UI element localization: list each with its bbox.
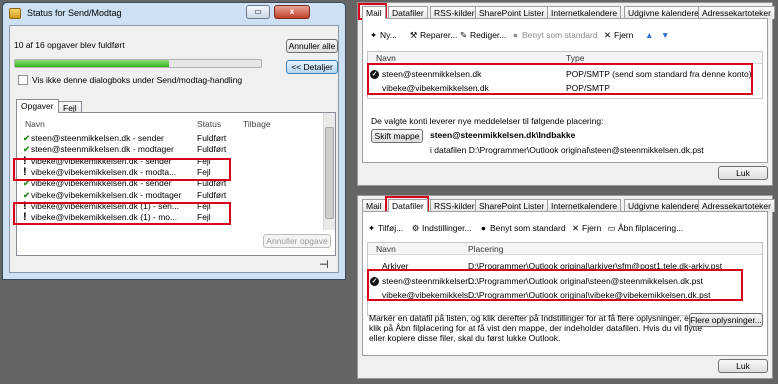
settings-icon: ⚙ — [411, 223, 420, 233]
tab-opgaver[interactable]: Opgaver — [16, 99, 59, 113]
outlook-folder-icon — [9, 8, 21, 19]
move-up-button[interactable]: ▲ — [645, 29, 653, 41]
send-receive-status-window: Status for Send/Modtag ▭ x 10 af 16 opga… — [2, 2, 346, 280]
info-line-3: eller kopiere disse filer, skal du først… — [369, 333, 561, 343]
more-info-button[interactable]: Flere oplysninger... — [689, 313, 763, 327]
mail-tab-panel: ✦ Ny... ⚒ Reparer... ✎ Rediger... ● Benyt so… — [362, 18, 768, 163]
title-bar[interactable]: Status for Send/Modtag ▭ x — [3, 3, 345, 25]
check-icon: ✔ — [23, 189, 31, 200]
progress-fill — [15, 60, 169, 67]
remove-x-icon: ✕ — [571, 223, 580, 233]
task-name: steen@steenmikkelsen.dk - sender — [31, 133, 164, 143]
change-folder-button[interactable]: Skift mappe — [371, 129, 423, 143]
dialog-body: 10 af 16 opgaver blev fuldført Annuller … — [9, 25, 339, 273]
column-navn[interactable]: Navn — [25, 119, 45, 129]
edit-icon: ✎ — [459, 30, 468, 40]
column-status[interactable]: Status — [197, 119, 221, 129]
progress-bar — [14, 59, 262, 68]
task-status: Fuldført — [197, 144, 227, 155]
datafiles-tab-panel: ✦ Tilføj... ⚙ Indstillinger... ● Benyt som … — [362, 211, 768, 356]
remove-button[interactable]: ✕ Fjern — [603, 29, 633, 41]
arrow-up-icon: ▲ — [645, 30, 654, 40]
account-settings-datafiles-pane: Mail Datafiler RSS-kilder SharePoint Lister… — [357, 195, 775, 379]
highlight-box-accounts — [367, 63, 753, 95]
cancel-all-button[interactable]: Annuller alle — [286, 39, 338, 53]
open-location-button[interactable]: ▭ Åbn filplacering... — [607, 222, 683, 234]
close-button-bottom[interactable]: Luk — [718, 359, 768, 373]
check-icon: ✔ — [23, 144, 31, 155]
repair-button[interactable]: ⚒ Reparer... — [409, 29, 458, 41]
highlight-box-errors-1 — [13, 158, 231, 181]
tab-mail[interactable]: Mail — [362, 6, 386, 19]
details-button[interactable]: << Detaljer — [286, 60, 338, 74]
arrow-down-icon: ▼ — [661, 30, 670, 40]
tasks-panel: Navn Status Tilbage ✔steen@steenmikkelse… — [16, 112, 336, 256]
delivery-text: De valgte konti leverer nye meddelelser … — [371, 116, 604, 126]
column-tilbage[interactable]: Tilbage — [243, 119, 271, 129]
folder-path: steen@steenmikkelsen.dk\Indbakke — [430, 130, 576, 140]
remove-x-icon: ✕ — [603, 30, 612, 40]
new-icon: ✦ — [369, 30, 378, 40]
add-datafile-button[interactable]: ✦ Tilføj... — [367, 222, 403, 234]
move-down-button[interactable]: ▼ — [661, 29, 669, 41]
scroll-thumb[interactable] — [325, 127, 334, 219]
task-scrollbar[interactable] — [323, 113, 335, 230]
settings-button[interactable]: ⚙ Indstillinger... — [411, 222, 472, 234]
close-button-top[interactable]: Luk — [718, 166, 768, 180]
close-button[interactable]: x — [274, 5, 310, 19]
task-row[interactable]: ✔steen@steenmikkelsen.dk - modtager Fuldf… — [23, 144, 319, 155]
folder-icon: ▭ — [607, 223, 616, 233]
task-name: steen@steenmikkelsen.dk - modtager — [31, 144, 174, 155]
datafile-path: i datafilen D:\Programmer\Outlook origin… — [430, 145, 704, 155]
datafiles-header: Navn Placering — [368, 243, 762, 255]
wrench-icon: ⚒ — [409, 30, 418, 40]
task-status: Fuldført — [197, 189, 227, 200]
cancel-task-button[interactable]: Annuller opgave — [263, 234, 331, 248]
info-line-1: Markér en datafil på listen, og klik der… — [369, 313, 701, 323]
add-icon: ✦ — [367, 223, 376, 233]
edit-button[interactable]: ✎ Rediger... — [459, 29, 506, 41]
hide-dialog-label: Vis ikke denne dialogboks under Send/mod… — [32, 75, 243, 85]
task-status: Fuldført — [197, 133, 227, 143]
set-default-datafile-button[interactable]: ● Benyt som standard — [479, 222, 566, 234]
task-row[interactable]: ✔steen@steenmikkelsen.dk - sender Fuldfør… — [23, 133, 319, 144]
highlight-box-datafiles — [367, 269, 743, 301]
column-placering[interactable]: Placering — [468, 243, 503, 255]
column-navn[interactable]: Navn — [376, 243, 396, 255]
default-check-icon: ● — [512, 30, 519, 40]
minimize-button[interactable]: ▭ — [246, 5, 270, 19]
tab-datafiler[interactable]: Datafiler — [388, 199, 428, 212]
default-check-icon: ● — [480, 223, 487, 233]
pin-icon[interactable]: ⊣ — [319, 258, 329, 271]
check-icon: ✔ — [23, 133, 31, 143]
new-account-button[interactable]: ✦ Ny... — [369, 29, 397, 41]
task-row[interactable]: ✔vibeke@vibekemikkelsen.dk - modtager Ful… — [23, 190, 319, 201]
set-default-button[interactable]: ● Benyt som standard — [511, 29, 598, 41]
remove-datafile-button[interactable]: ✕ Fjern — [571, 222, 601, 234]
progress-text: 10 af 16 opgaver blev fuldført — [14, 40, 125, 50]
account-settings-mail-pane: Mail Datafiler RSS-kilder SharePoint Lister… — [357, 2, 775, 186]
task-name: vibeke@vibekemikkelsen.dk - modtager — [31, 189, 182, 200]
info-line-2: klik på Åbn filplacering for at få vist … — [369, 323, 703, 333]
highlight-box-errors-2 — [13, 202, 231, 225]
window-title: Status for Send/Modtag — [27, 8, 122, 18]
hide-dialog-checkbox[interactable] — [18, 75, 28, 85]
